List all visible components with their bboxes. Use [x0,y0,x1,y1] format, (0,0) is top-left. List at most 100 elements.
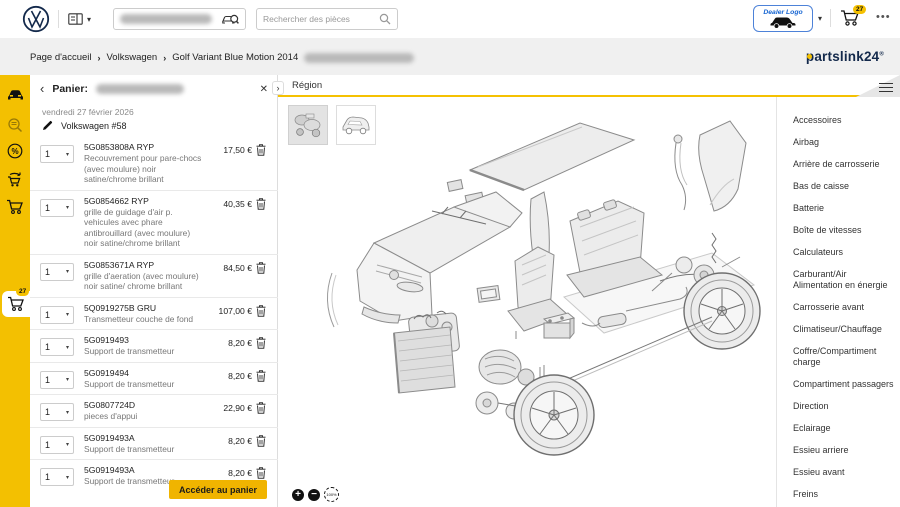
divider [58,10,59,28]
quantity-select[interactable]: 1▾ [40,338,74,356]
vehicle-row: Volkswagen #58 [42,120,127,131]
rail-active-cart-button[interactable]: 27 [2,291,30,317]
panel-expand-handle[interactable]: › [272,81,284,95]
close-icon[interactable]: ✕ [260,84,268,95]
dealer-car-icon [768,16,798,29]
corner-fold [856,75,900,97]
breadcrumb-brand[interactable]: Volkswagen [107,52,158,63]
zoom-out-button[interactable]: − [308,489,320,501]
part-description: Support de transmetteur [84,346,204,357]
part-description: pieces d'appui [84,411,204,422]
category-item[interactable]: Carrosserie avant [793,296,900,318]
delete-item-button[interactable] [252,337,270,352]
category-item[interactable]: Essieu arriere [793,439,900,461]
edit-icon[interactable] [42,120,53,131]
chevron-down-icon: ▾ [87,15,91,24]
dealer-logo-caret-icon[interactable]: ▾ [818,14,822,23]
part-number: 5G0919493 [84,335,204,345]
quantity-select[interactable]: 1▾ [40,263,74,281]
checkout-button[interactable]: Accéder au panier [169,480,267,499]
part-price: 17,50 € [210,145,252,155]
zoom-reset-button[interactable]: 100% [324,487,339,502]
list-toggle-icon[interactable] [879,80,893,92]
chevron-left-icon[interactable]: ‹ [40,84,44,94]
breadcrumb-home[interactable]: Page d'accueil [30,52,92,63]
vw-logo[interactable] [22,5,50,33]
trash-icon [256,305,266,317]
delete-item-button[interactable] [252,402,270,417]
vehicle-search-input[interactable] [113,8,246,30]
cart-count-badge: 27 [16,287,29,296]
part-number: 5G0807724D [84,400,204,410]
category-item[interactable]: Direction [793,395,900,417]
cart-icon [7,296,25,312]
rail-exchange-icon [6,171,24,188]
left-icon-rail: % 27 [0,75,30,507]
cart-item-row: 1▾ 5G0919493Support de transmetteur 8,20 € [30,329,278,362]
category-item[interactable]: Arrière de carrosserie [793,153,900,175]
cart-panel-title: Panier: [52,83,88,95]
category-item[interactable]: Bas de caisse [793,175,900,197]
trash-icon [256,467,266,479]
cart-count-badge: 27 [853,5,866,14]
breadcrumb-bar: Page d'accueil › Volkswagen › Golf Varia… [0,38,900,75]
quantity-select[interactable]: 1▾ [40,199,74,217]
rail-cart-button[interactable] [0,195,30,219]
category-item[interactable]: Carburant/Air Alimentation en énergie [793,263,900,296]
breadcrumb-model[interactable]: Golf Variant Blue Motion 2014 [172,52,298,63]
partslink24-logo: partslink24® [806,49,884,64]
category-item[interactable]: Freins [793,483,900,505]
quantity-select[interactable]: 1▾ [40,468,74,486]
rail-exchange-button[interactable] [0,167,30,191]
category-item[interactable]: Boîte de vitesses [793,219,900,241]
delete-item-button[interactable] [252,144,270,159]
part-price: 8,20 € [210,371,252,381]
rail-vehicle-button[interactable] [0,83,30,107]
catalog-menu-button[interactable]: ▾ [68,10,102,28]
trash-icon [256,198,266,210]
rail-search-button[interactable] [0,113,30,137]
delete-item-button[interactable] [252,262,270,277]
exploded-car-diagram[interactable] [282,115,774,467]
quantity-select[interactable]: 1▾ [40,403,74,421]
quantity-select[interactable]: 1▾ [40,436,74,454]
vehicle-search-icon[interactable] [222,12,239,26]
category-item[interactable]: Essieu avant [793,461,900,483]
category-item[interactable]: Accessoires [793,109,900,131]
cart-item-row: 1▾5G0854662 RYPgrille de guidage d'air p… [30,190,278,254]
part-price: 40,35 € [210,199,252,209]
delete-item-button[interactable] [252,198,270,213]
category-item[interactable]: Compartiment passagers [793,373,900,395]
category-item[interactable]: Calculateurs [793,241,900,263]
quantity-select[interactable]: 1▾ [40,306,74,324]
part-description: grille de guidage d'air p. vehicules ave… [84,207,204,249]
search-icon[interactable] [379,13,391,25]
trash-icon [256,370,266,382]
delete-item-button[interactable] [252,305,270,320]
part-price: 8,20 € [210,338,252,348]
cart-item-row: 1▾5G0807724Dpieces d'appui22,90 € [30,394,278,427]
parts-search-input[interactable] [263,14,379,24]
dealer-logo-button[interactable]: Dealer Logo [753,5,813,32]
quantity-select[interactable]: 1▾ [40,145,74,163]
category-item[interactable]: Airbag [793,131,900,153]
zoom-in-button[interactable]: + [292,489,304,501]
category-item[interactable]: Eclairage [793,417,900,439]
region-header: Région [278,75,900,97]
category-item[interactable]: Climatiseur/Chauffage [793,318,900,340]
part-number: 5G0919494 [84,368,204,378]
category-menu: AccessoiresAirbagArrière de carrosserieB… [776,97,900,507]
part-description: Recouvrement pour pare-chocs (avec moulu… [84,153,204,185]
breadcrumb: Page d'accueil › Volkswagen › Golf Varia… [30,52,414,63]
rail-promotions-button[interactable]: % [0,139,30,163]
delete-item-button[interactable] [252,370,270,385]
cart-item-row: 1▾5G0853808A RYPRecouvrement pour pare-c… [30,137,278,190]
trash-icon [256,402,266,414]
delete-item-button[interactable] [252,435,270,450]
quantity-select[interactable]: 1▾ [40,371,74,389]
overflow-menu-button[interactable]: ••• [876,11,891,23]
category-item[interactable]: Coffre/Compartiment charge [793,340,900,373]
category-item[interactable]: Batterie [793,197,900,219]
part-description: Support de transmetteur [84,444,204,455]
part-price: 8,20 € [210,468,252,478]
